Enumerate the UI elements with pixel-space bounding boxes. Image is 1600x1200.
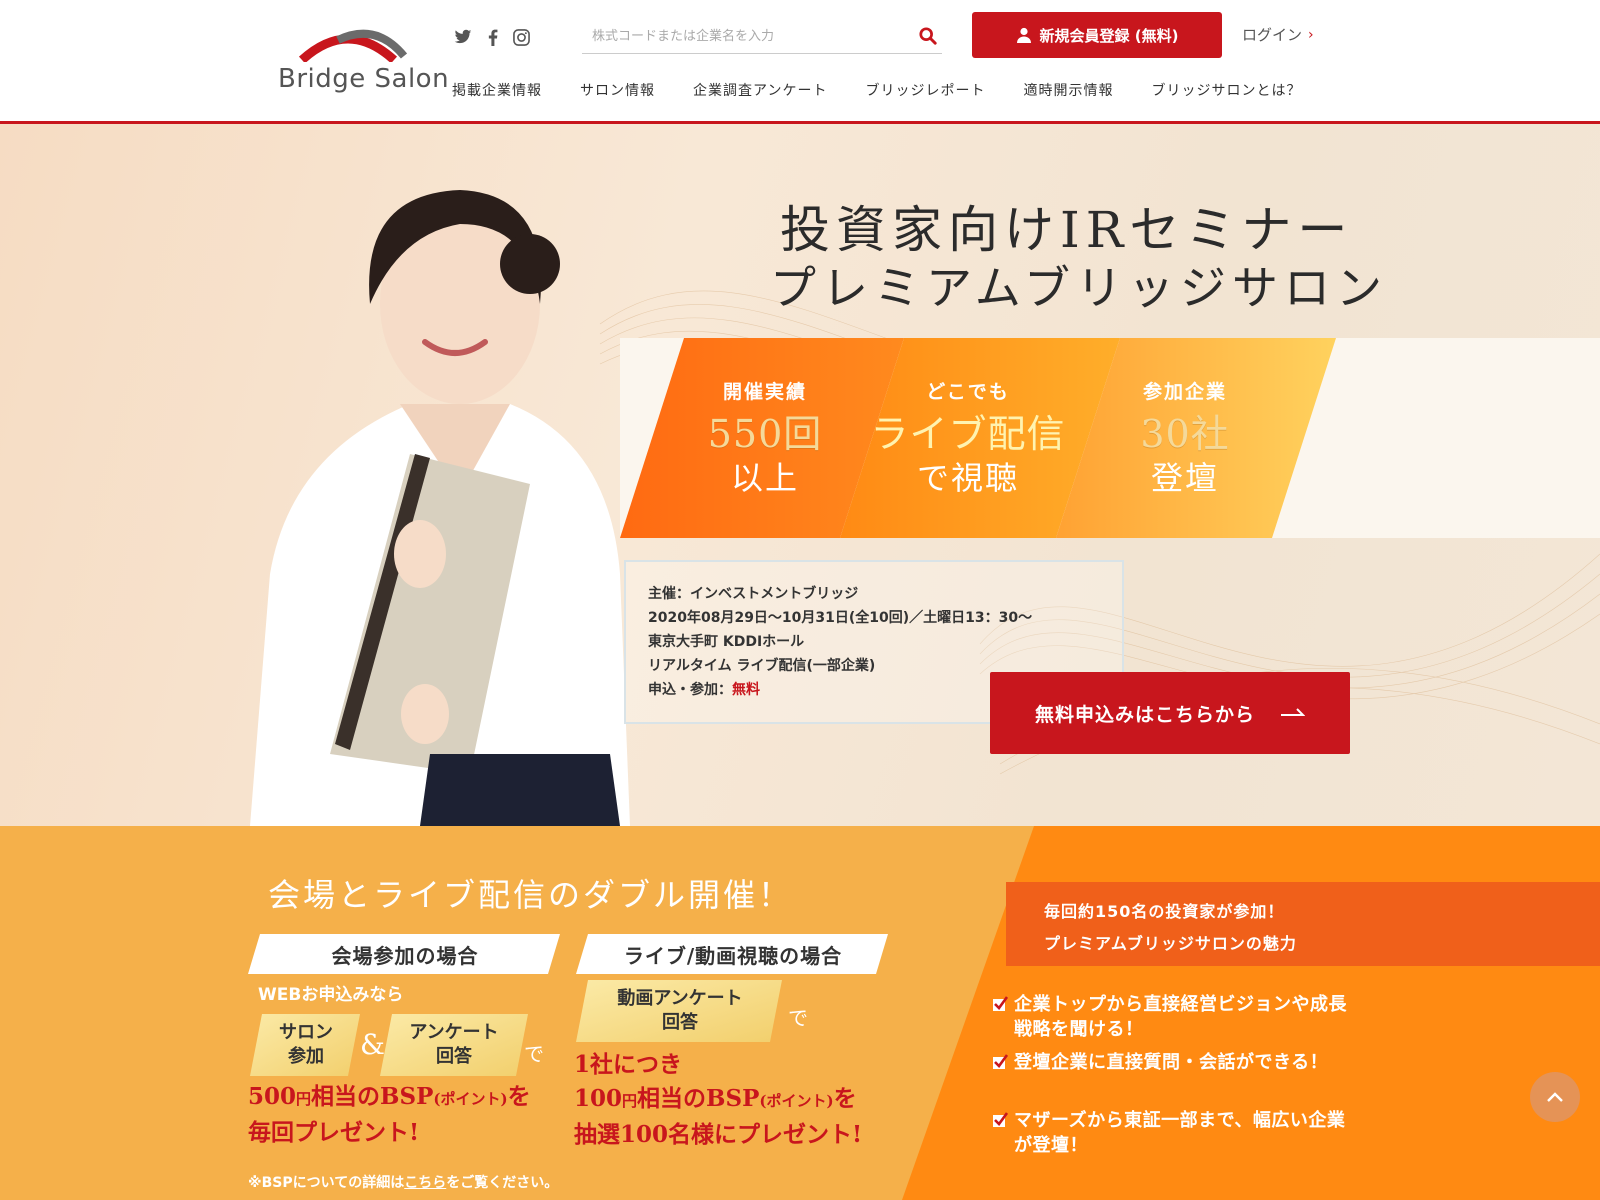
search-bar bbox=[582, 20, 942, 54]
feature-companies: 参加企業 30社 登壇 bbox=[1100, 338, 1270, 538]
main-nav: 掲載企業情報 サロン情報 企業調査アンケート ブリッジレポート 適時開示情報 ブ… bbox=[452, 80, 1339, 100]
event-venue: 東京大手町 KDDIホール bbox=[648, 634, 805, 650]
appeal-point-text: 企業トップから直接経営ビジョンや成長戦略を聞ける！ bbox=[1014, 994, 1347, 1040]
hero-section: 投資家向けIRセミナー プレミアムブリッジサロン 開催実績 550回 以上 どこ… bbox=[0, 124, 1600, 826]
feature-achievement: 開催実績 550回 以上 bbox=[680, 338, 850, 538]
appeal-point: 企業トップから直接経営ビジョンや成長戦略を聞ける！ bbox=[992, 992, 1352, 1042]
tag-survey-line2: 回答 bbox=[436, 1046, 472, 1067]
ampersand: & bbox=[360, 1028, 385, 1061]
feature-achievement-value: 550回 bbox=[707, 411, 823, 456]
live-reward-wo: を bbox=[833, 1085, 857, 1112]
feature-companies-label: 参加企業 bbox=[1142, 380, 1227, 403]
feature-live-label: どこでも bbox=[926, 380, 1010, 403]
register-button[interactable]: 新規会員登録 (無料) bbox=[972, 12, 1222, 58]
login-link[interactable]: ログイン › bbox=[1242, 24, 1314, 45]
bridge-salon-logo[interactable]: Bridge Salon bbox=[276, 26, 449, 96]
checkbox-icon bbox=[993, 1112, 1008, 1127]
tag-survey: アンケート 回答 bbox=[386, 1014, 522, 1076]
logo-text: Bridge Salon bbox=[278, 64, 450, 94]
logo-arch-icon bbox=[298, 29, 408, 62]
woman-with-folder-image bbox=[250, 190, 630, 826]
venue-reward-text: 500円相当のBSP(ポイント)を 毎回プレゼント! bbox=[248, 1080, 531, 1150]
search-input[interactable] bbox=[592, 24, 902, 48]
tag-video-line1: 動画アンケート bbox=[617, 988, 743, 1009]
venue-de: で bbox=[524, 1042, 544, 1066]
nav-item-report[interactable]: ブリッジレポート bbox=[865, 80, 985, 100]
bsp-note: ※BSPについての詳細はこちらをご覧ください。 bbox=[248, 1172, 558, 1192]
live-de: で bbox=[788, 1006, 808, 1030]
appeal-point-text: マザーズから東証一部まで、幅広い企業が登壇！ bbox=[1014, 1110, 1346, 1156]
nav-item-disclosure[interactable]: 適時開示情報 bbox=[1023, 80, 1113, 100]
register-label: 新規会員登録 (無料) bbox=[1039, 26, 1179, 45]
venue-tab: 会場参加の場合 bbox=[331, 943, 479, 968]
feature-achievement-label: 開催実績 bbox=[722, 380, 807, 403]
appeal-header-line2: プレミアムブリッジサロンの魅力 bbox=[1044, 934, 1297, 953]
chevron-up-icon bbox=[1547, 1092, 1563, 1102]
live-reward-bsp: 相当のBSP bbox=[637, 1085, 760, 1112]
feature-companies-value: 30社 bbox=[1140, 411, 1230, 456]
bsp-note-prefix: ※BSPについての詳細は bbox=[248, 1175, 405, 1191]
nav-item-companies[interactable]: 掲載企業情報 bbox=[452, 80, 542, 100]
tag-video-survey: 動画アンケート 回答 bbox=[582, 980, 778, 1042]
live-reward-text: 1社につき 100円相当のBSP(ポイント)を 抽選100名様にプレゼント! bbox=[574, 1048, 862, 1152]
venue-reward-wo: を bbox=[507, 1083, 531, 1110]
checkbox-icon bbox=[993, 1054, 1008, 1069]
appeal-header-line1: 毎回約150名の投資家が参加！ bbox=[1044, 902, 1285, 921]
bsp-details-link[interactable]: こちら bbox=[404, 1175, 446, 1191]
appeal-point-text: 登壇企業に直接質問・会話ができる！ bbox=[1014, 1052, 1329, 1073]
tag-salon-line2: 参加 bbox=[288, 1046, 324, 1067]
search-icon[interactable] bbox=[914, 22, 942, 50]
live-tab: ライブ/動画視聴の場合 bbox=[623, 943, 843, 968]
double-event-title: 会場とライブ配信のダブル開催！ bbox=[268, 876, 794, 914]
live-reward-line1: 1社につき bbox=[574, 1051, 683, 1078]
venue-reward-bsp: 相当のBSP bbox=[311, 1083, 434, 1110]
apply-button-label: 無料申込みはこちらから bbox=[1034, 703, 1255, 726]
bsp-note-suffix: をご覧ください。 bbox=[446, 1175, 559, 1191]
feature-live-value: ライブ配信 bbox=[870, 411, 1066, 456]
login-label: ログイン bbox=[1242, 26, 1303, 44]
live-reward-yen: 円 bbox=[622, 1092, 638, 1110]
event-dates: 2020年08月29日〜10月31日(全10回)／土曜日13：30〜 bbox=[648, 610, 1033, 626]
chevron-right-icon: › bbox=[1308, 26, 1314, 43]
facebook-icon[interactable] bbox=[482, 26, 504, 48]
feature-live: どこでも ライブ配信 で視聴 bbox=[868, 338, 1068, 538]
back-to-top-button[interactable] bbox=[1530, 1072, 1580, 1122]
tag-salon: サロン 参加 bbox=[254, 1014, 358, 1076]
feature-live-suffix: で視聴 bbox=[916, 458, 1019, 497]
event-fee-value: 無料 bbox=[732, 682, 760, 698]
appeal-point: 登壇企業に直接質問・会話ができる！ bbox=[992, 1050, 1352, 1075]
venue-reward-amount: 500 bbox=[248, 1083, 297, 1110]
live-reward-point: (ポイント) bbox=[759, 1092, 834, 1110]
feature-companies-suffix: 登壇 bbox=[1150, 458, 1219, 497]
arrow-right-icon bbox=[1281, 708, 1305, 716]
site-header: Bridge Salon 新規会員登録 (無料) ログイン › 掲載企業情報 サ… bbox=[0, 0, 1600, 124]
nav-item-salon[interactable]: サロン情報 bbox=[580, 80, 655, 100]
nav-item-about[interactable]: ブリッジサロンとは？ bbox=[1151, 80, 1301, 100]
instagram-icon[interactable] bbox=[510, 26, 532, 48]
tag-survey-line1: アンケート bbox=[409, 1022, 499, 1043]
checkbox-icon bbox=[993, 996, 1008, 1011]
event-organizer: 主催：インベストメントブリッジ bbox=[648, 586, 859, 602]
live-reward-line3: 抽選100名様にプレゼント! bbox=[574, 1121, 863, 1148]
venue-reward-yen: 円 bbox=[296, 1090, 312, 1108]
venue-reward-line2: 毎回プレゼント! bbox=[248, 1119, 420, 1146]
appeal-header: 毎回約150名の投資家が参加！ プレミアムブリッジサロンの魅力 bbox=[1006, 882, 1600, 966]
web-note: WEBお申込みなら bbox=[258, 985, 404, 1005]
hero-title-line2: プレミアムブリッジサロン bbox=[770, 261, 1389, 315]
apply-button[interactable]: 無料申込みはこちらから bbox=[990, 672, 1350, 754]
tag-salon-line1: サロン bbox=[279, 1022, 333, 1043]
appeal-point: マザーズから東証一部まで、幅広い企業が登壇！ bbox=[992, 1108, 1352, 1158]
tag-video-line2: 回答 bbox=[662, 1012, 698, 1033]
venue-reward-point: (ポイント) bbox=[433, 1090, 508, 1108]
event-fee-label: 申込・参加： bbox=[648, 682, 732, 698]
feature-achievement-suffix: 以上 bbox=[730, 458, 799, 497]
twitter-icon[interactable] bbox=[452, 26, 474, 48]
nav-item-survey[interactable]: 企業調査アンケート bbox=[693, 80, 827, 100]
live-reward-amount: 100 bbox=[574, 1085, 623, 1112]
benefits-section: 会場とライブ配信のダブル開催！ 会場参加の場合 ライブ/動画視聴の場合 WEBお… bbox=[0, 826, 1600, 1200]
user-icon bbox=[1016, 27, 1031, 43]
